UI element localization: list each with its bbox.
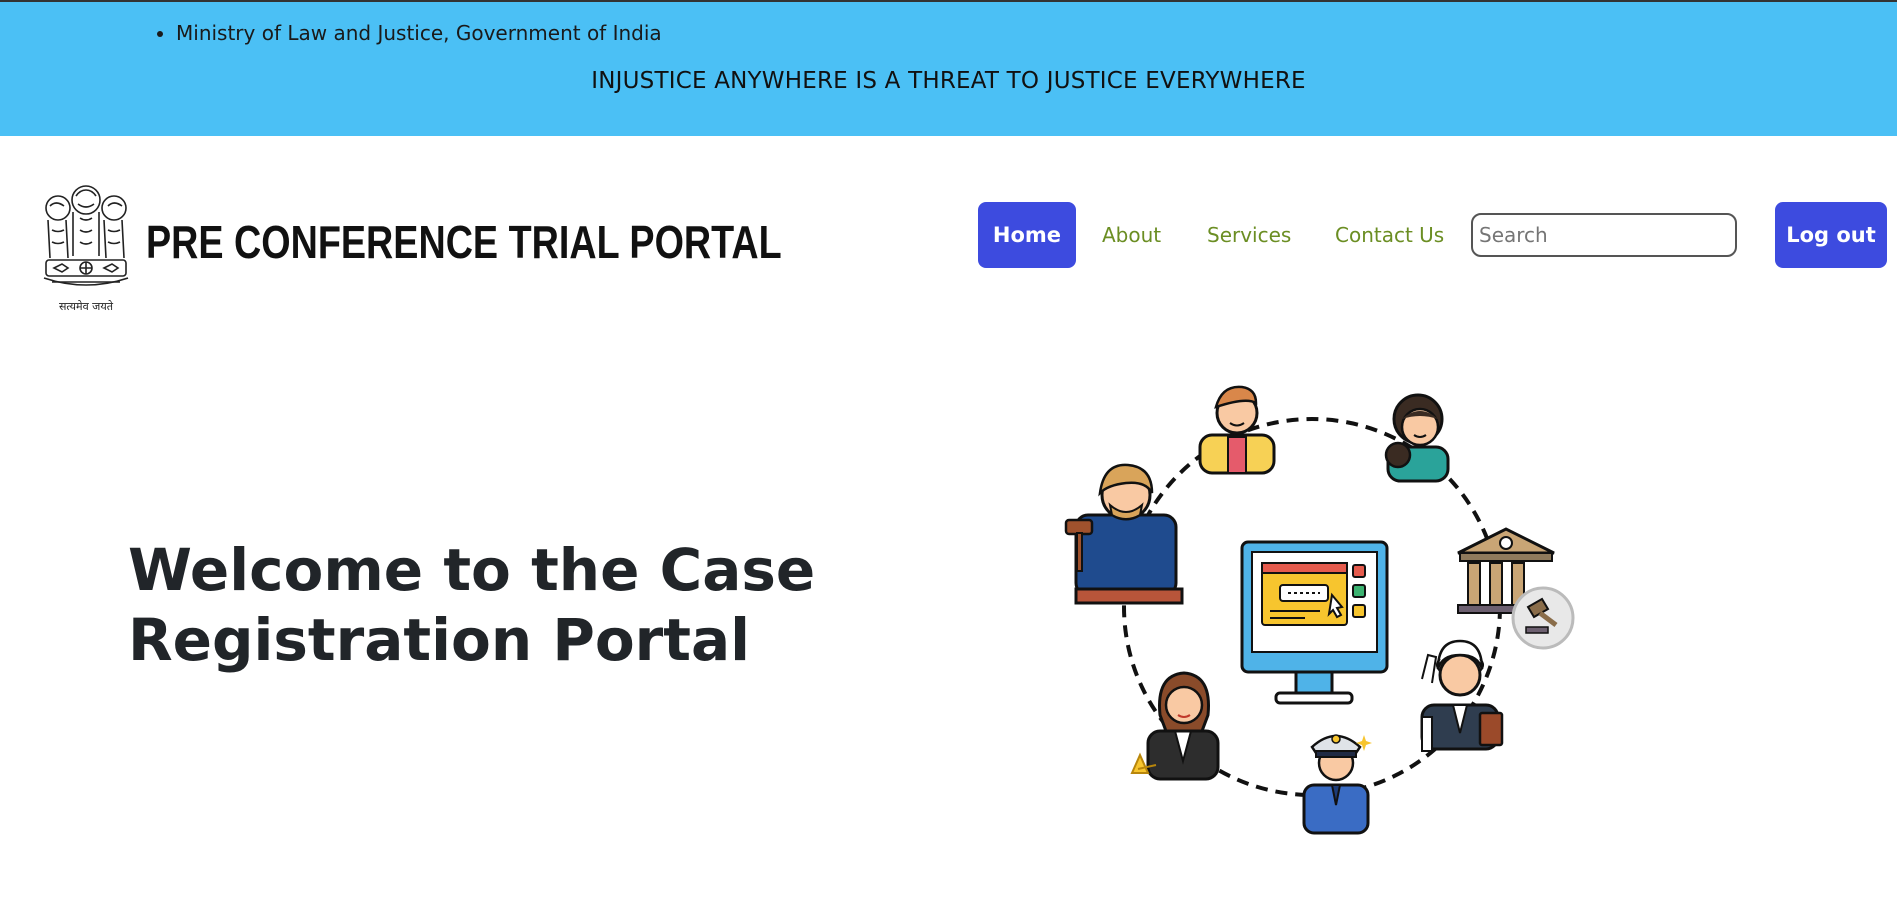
police-icon [1302, 734, 1372, 835]
ministry-label: Ministry of Law and Justice, Government … [176, 6, 662, 60]
nav-link-contact[interactable]: Contact Us [1335, 202, 1444, 268]
emblem-caption: सत्यमेव जयते [59, 300, 114, 313]
hero-heading-line2: Registration Portal [128, 606, 751, 674]
ministry-list: Ministry of Law and Justice, Government … [152, 6, 662, 60]
nav-link-services[interactable]: Services [1207, 202, 1291, 268]
hero-illustration [1064, 385, 1575, 835]
hero-heading-line1: Welcome to the Case [128, 536, 816, 604]
national-emblem-logo: सत्यमेव जयते [43, 185, 129, 313]
computer-icon [1240, 540, 1389, 705]
top-banner: Ministry of Law and Justice, Government … [0, 0, 1897, 136]
search-input[interactable] [1471, 213, 1737, 257]
nav-link-about[interactable]: About [1102, 202, 1161, 268]
portal-title: PRE CONFERENCE TRIAL PORTAL [146, 216, 782, 268]
home-button[interactable]: Home [978, 202, 1076, 268]
logout-button[interactable]: Log out [1775, 202, 1887, 268]
hero-heading: Welcome to the Case Registration Portal [128, 535, 828, 675]
citizen-icon [1198, 385, 1276, 475]
judge-icon [1064, 463, 1184, 605]
tagline: INJUSTICE ANYWHERE IS A THREAT TO JUSTIC… [591, 68, 1306, 94]
courthouse-icon [1457, 527, 1575, 650]
barrister-icon [1420, 639, 1504, 752]
